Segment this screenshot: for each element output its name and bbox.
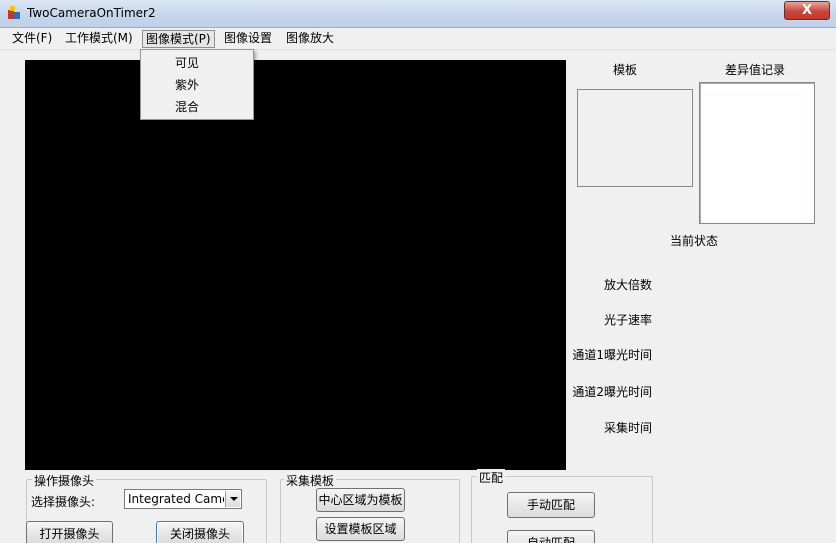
open-camera-button[interactable]: 打开摄像头 xyxy=(26,521,113,543)
camera-group-title: 操作摄像头 xyxy=(32,472,97,489)
channel2-exposure-label: 通道2曝光时间 xyxy=(572,385,652,399)
dropdown-item-ultraviolet[interactable]: 紫外 xyxy=(175,76,199,93)
camera-select[interactable]: Integrated Camer xyxy=(124,489,242,509)
set-template-region-button[interactable]: 设置模板区域 xyxy=(316,517,405,541)
current-state-label: 当前状态 xyxy=(670,234,719,248)
close-camera-button-label: 关闭摄像头 xyxy=(169,527,230,541)
close-icon: X xyxy=(801,3,813,18)
menu-file[interactable]: 文件(F) xyxy=(9,30,55,48)
template-preview xyxy=(577,89,693,187)
select-camera-label: 选择摄像头: xyxy=(31,495,96,509)
diff-log-list[interactable] xyxy=(699,82,815,224)
channel1-exposure-label: 通道1曝光时间 xyxy=(572,348,652,362)
camera-preview xyxy=(25,60,566,470)
template-label: 模板 xyxy=(613,63,638,77)
title-bar[interactable]: TwoCameraOnTimer2 X xyxy=(0,0,836,28)
auto-match-button[interactable]: 自动匹配 xyxy=(507,530,595,543)
close-button[interactable]: X xyxy=(784,1,830,20)
menu-image-zoom[interactable]: 图像放大 xyxy=(283,30,337,48)
diff-log-label: 差异值记录 xyxy=(725,63,786,77)
center-as-template-label: 中心区域为模板 xyxy=(318,493,403,507)
image-mode-dropdown: 可见 紫外 混合 xyxy=(140,49,254,120)
app-icon xyxy=(8,6,20,19)
menu-bar: 文件(F) 工作模式(M) 图像模式(P) 图像设置 图像放大 xyxy=(0,28,836,50)
photon-rate-label: 光子速率 xyxy=(603,313,652,327)
manual-match-button[interactable]: 手动匹配 xyxy=(507,492,595,518)
dropdown-item-visible[interactable]: 可见 xyxy=(175,54,199,71)
open-camera-button-label: 打开摄像头 xyxy=(39,527,100,541)
window-title: TwoCameraOnTimer2 xyxy=(27,6,156,20)
menu-work-mode[interactable]: 工作模式(M) xyxy=(62,30,136,48)
camera-select-value: Integrated Camer xyxy=(128,492,224,506)
chevron-down-icon[interactable] xyxy=(225,491,240,507)
set-template-region-label: 设置模板区域 xyxy=(324,522,397,536)
match-group-title: 匹配 xyxy=(477,469,506,486)
center-as-template-button[interactable]: 中心区域为模板 xyxy=(316,488,405,512)
close-camera-button[interactable]: 关闭摄像头 xyxy=(156,521,244,543)
menu-image-settings[interactable]: 图像设置 xyxy=(221,30,275,48)
capture-time-label: 采集时间 xyxy=(603,421,652,435)
dropdown-item-mixed[interactable]: 混合 xyxy=(175,98,199,115)
capture-template-group-title: 采集模板 xyxy=(284,472,337,489)
menu-image-mode[interactable]: 图像模式(P) xyxy=(142,30,215,48)
zoom-factor-label: 放大倍数 xyxy=(603,278,652,292)
manual-match-label: 手动匹配 xyxy=(526,498,575,512)
auto-match-label: 自动匹配 xyxy=(526,536,575,543)
